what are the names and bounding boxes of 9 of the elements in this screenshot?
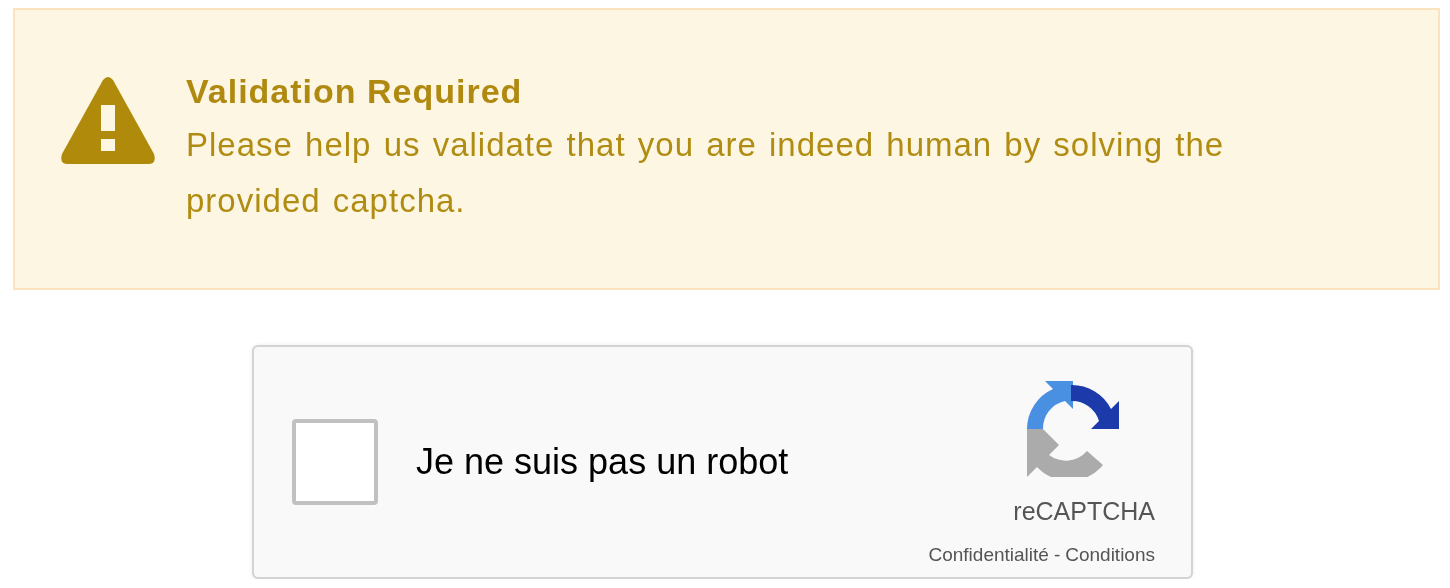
warning-icon (60, 76, 156, 166)
brand-name: reCAPTCHA (1013, 497, 1155, 526)
separator: - (1053, 544, 1061, 566)
alert-title: Validation Required (186, 72, 523, 111)
footer-link[interactable]: Confidentialité (928, 544, 1049, 566)
checkbox-label: Je ne suis pas un robot (416, 441, 790, 483)
checkbox[interactable] (292, 419, 378, 505)
alert-message: Please help us validate that you are indeed human by solving the provided captcha. (186, 125, 1226, 221)
footer-link[interactable]: Conditions (1065, 544, 1155, 566)
